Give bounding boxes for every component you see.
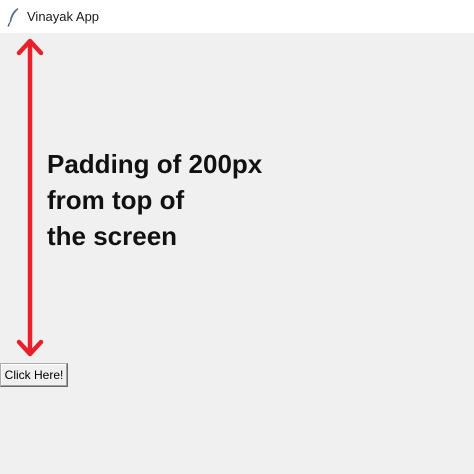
annotation-label: Padding of 200px from top of the screen (47, 146, 307, 254)
title-bar[interactable]: Vinayak App (0, 0, 474, 33)
annotation-line: the screen (47, 221, 178, 251)
app-window: Vinayak App Padding of 200px from top of… (0, 0, 474, 474)
feather-icon (7, 8, 19, 27)
click-here-button[interactable]: Click Here! (0, 363, 68, 387)
double-headed-arrow-icon (16, 38, 44, 357)
annotation-line: from top of (47, 185, 185, 215)
window-title: Vinayak App (27, 9, 100, 24)
annotation-line: Padding of 200px (47, 149, 263, 179)
